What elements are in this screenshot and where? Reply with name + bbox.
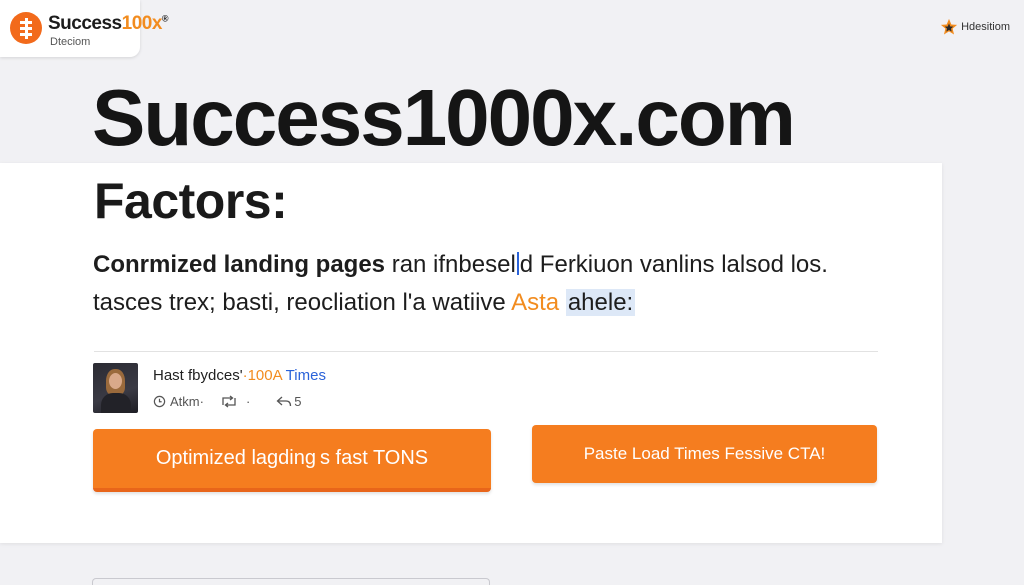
star-icon bbox=[940, 18, 958, 35]
next-card-edge bbox=[92, 578, 490, 585]
selected-text[interactable]: ahele: bbox=[565, 289, 636, 316]
body-line-1: Conrmized landing pages ran ifnbesel d Fe… bbox=[93, 251, 828, 278]
partner-badge[interactable]: Hdesitiom bbox=[940, 18, 1010, 36]
hero-title: Success1000x.com bbox=[92, 73, 796, 162]
primary-cta-button[interactable]: Optimized lagding s fast TONS bbox=[93, 429, 491, 492]
site-logo[interactable]: Success100x® Dteciom bbox=[0, 0, 169, 57]
clock-icon bbox=[153, 395, 166, 408]
text-cursor bbox=[516, 252, 519, 275]
body-line-2: tasces trex; basti, reocliation l'a wati… bbox=[93, 289, 636, 316]
retweet-icon[interactable] bbox=[220, 395, 238, 408]
post-title[interactable]: Hast fbydces'·100A Times bbox=[153, 367, 326, 384]
logo-subtitle: Dteciom bbox=[50, 36, 91, 48]
logo-mark-icon bbox=[10, 12, 42, 44]
logo-name: Success100x® bbox=[48, 13, 169, 34]
reply-icon[interactable] bbox=[276, 395, 292, 408]
post-time: Atkm· bbox=[170, 394, 204, 409]
divider bbox=[94, 351, 878, 352]
like-count: 5 bbox=[294, 394, 302, 409]
partner-label: Hdesitiom bbox=[961, 21, 1010, 33]
secondary-cta-button[interactable]: Paste Load Times Fessive CTA! bbox=[532, 425, 877, 483]
card-title: Factors: bbox=[94, 173, 288, 229]
post-meta: Atkm· · 5 bbox=[153, 394, 302, 409]
avatar[interactable] bbox=[93, 363, 138, 413]
